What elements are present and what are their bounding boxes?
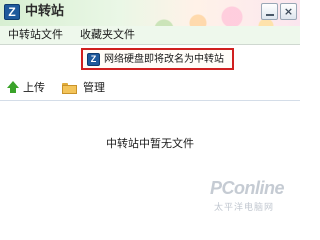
window-controls: × <box>261 3 297 20</box>
menu-bar: 中转站文件 收藏夹文件 <box>0 26 300 45</box>
window-title: 中转站 <box>25 4 65 19</box>
folder-icon <box>62 82 77 94</box>
upload-label: 上传 <box>23 81 45 94</box>
close-button[interactable]: × <box>280 3 297 20</box>
toolbar: 上传 管理 <box>0 75 300 101</box>
menu-transfer-files[interactable]: 中转站文件 <box>8 28 63 42</box>
menu-favorite-files[interactable]: 收藏夹文件 <box>80 28 135 42</box>
minimize-button[interactable] <box>261 3 278 20</box>
title-bar: Z 中转站 × <box>0 0 300 26</box>
watermark: PConline 太平洋电脑网 <box>210 178 298 223</box>
empty-state-message: 中转站中暂无文件 <box>106 137 194 150</box>
upload-arrow-icon <box>7 81 19 95</box>
minimize-icon <box>266 14 274 16</box>
watermark-tagline: 太平洋电脑网 <box>214 203 275 213</box>
manage-button[interactable]: 管理 <box>62 80 105 96</box>
upload-button[interactable]: 上传 <box>7 80 45 96</box>
manage-label: 管理 <box>83 81 105 94</box>
close-icon: × <box>283 5 294 18</box>
rename-notice: Z 网络硬盘即将改名为中转站 <box>81 48 234 70</box>
watermark-brand: PConline <box>210 178 285 198</box>
notice-logo-icon: Z <box>87 53 100 66</box>
notice-text: 网络硬盘即将改名为中转站 <box>104 54 224 65</box>
app-logo-icon: Z <box>4 4 20 20</box>
